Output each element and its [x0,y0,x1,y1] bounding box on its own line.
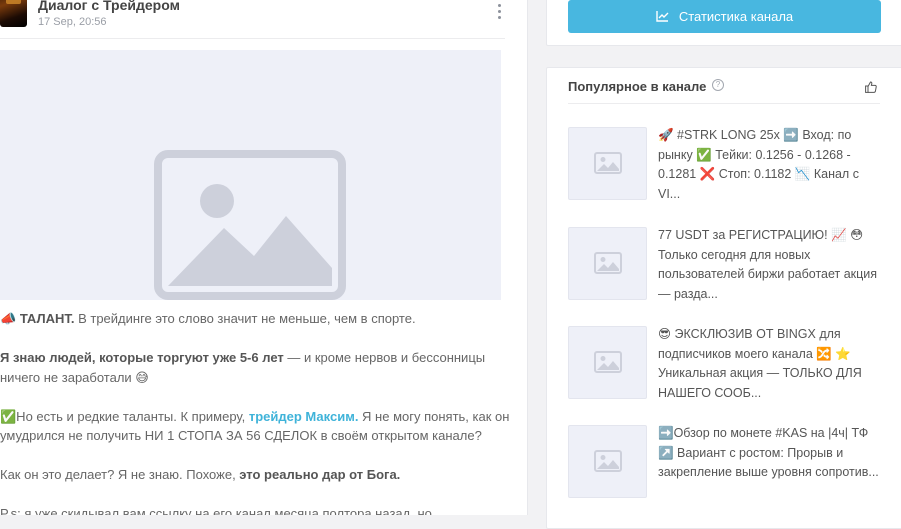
paragraph-text: умудрился не получить НИ 1 СТОПА ЗА 56 С… [0,428,482,443]
post-paragraph: Как он это делает? Я не знаю. Похоже, эт… [0,465,505,485]
popular-title: Популярное в канале [568,79,707,94]
post-paragraph: P.s: я уже скидывал вам ссылку на его ка… [0,504,505,515]
post-card: Диалог с Трейдером 17 Sep, 20:56 📣 ТАЛАН… [0,0,528,515]
paragraph-text: ✅Но есть и редкие таланты. К примеру, [0,408,249,424]
popular-item-text: ➡️Обзор по монете #KAS на |4ч| ТФ ↗️ Вар… [658,426,879,479]
paragraph-text: Я не могу понять, как он [358,408,510,424]
image-placeholder-icon [594,152,622,174]
bold-text: ТАЛАНТ. [19,311,75,326]
kebab-menu-icon[interactable] [494,4,504,22]
post-paragraph: Я знаю людей, которые торгуют уже 5-6 ле… [0,348,505,387]
image-placeholder-icon [154,150,346,300]
post-date: 17 Sep, 20:56 [38,16,107,28]
post-image[interactable] [0,50,501,300]
paragraph-text: Как он это делает? Я не знаю. Похоже, [0,467,240,482]
popular-panel: Популярное в канале ? 🚀 #STRK LONG 25x ➡… [546,67,901,529]
popular-item[interactable]: 77 USDT за РЕГИСТРАЦИЮ! 📈 😳 Только сегод… [568,227,880,307]
bold-text: Я знаю людей, которые торгуют уже 5-6 ле… [0,350,284,365]
image-placeholder-icon [594,351,622,373]
post-thumbnail [568,326,647,399]
paragraph-text: — и кроме нервов и бессонницы [283,350,486,365]
popular-item-text: 🚀 #STRK LONG 25x ➡️ Вход: по рынку ✅ Тей… [658,128,859,201]
bold-text: это реально дар от Бога. [239,467,401,482]
channel-name[interactable]: Диалог с Трейдером [38,0,180,13]
post-thumbnail [568,227,647,300]
megaphone-emoji: 📣 [0,311,20,326]
channel-stats-button[interactable]: Статистика канала [568,0,881,33]
popular-item[interactable]: 🚀 #STRK LONG 25x ➡️ Вход: по рынку ✅ Тей… [568,127,880,207]
post-thumbnail [568,127,647,200]
paragraph-text: P.s: я уже скидывал вам ссылку на его ка… [0,506,432,515]
line-chart-icon [656,11,669,22]
channel-stats-label: Статистика канала [678,9,794,24]
image-placeholder-icon [594,252,622,274]
image-placeholder-icon [594,450,622,472]
divider [568,103,880,104]
popular-item-text: 77 USDT за РЕГИСТРАЦИЮ! 📈 😳 Только сегод… [658,228,878,301]
post-thumbnail [568,425,647,498]
post-text: 📣 ТАЛАНТ. В трейдинге это слово значит н… [0,309,509,515]
post-paragraph: ✅Но есть и редкие таланты. К примеру, тр… [0,407,509,446]
popular-item[interactable]: 😎 ЭКСКЛЮЗИВ ОТ BINGX для подписчиков мое… [568,326,880,406]
popular-item[interactable]: ➡️Обзор по монете #KAS на |4ч| ТФ ↗️ Вар… [568,425,880,505]
trader-link[interactable]: трейдер Максим. [249,409,359,424]
post-paragraph: 📣 ТАЛАНТ. В трейдинге это слово значит н… [0,309,505,329]
post-header: Диалог с Трейдером 17 Sep, 20:56 [0,0,505,39]
question-circle-icon[interactable]: ? [712,79,724,91]
paragraph-text: В трейдинге это слово значит не меньше, … [74,311,416,326]
channel-avatar[interactable] [0,0,27,27]
paragraph-text: ничего не заработали 😅 [0,369,149,385]
thumbs-up-icon[interactable] [865,81,877,93]
popular-item-text: 😎 ЭКСКЛЮЗИВ ОТ BINGX для подписчиков мое… [658,327,862,400]
